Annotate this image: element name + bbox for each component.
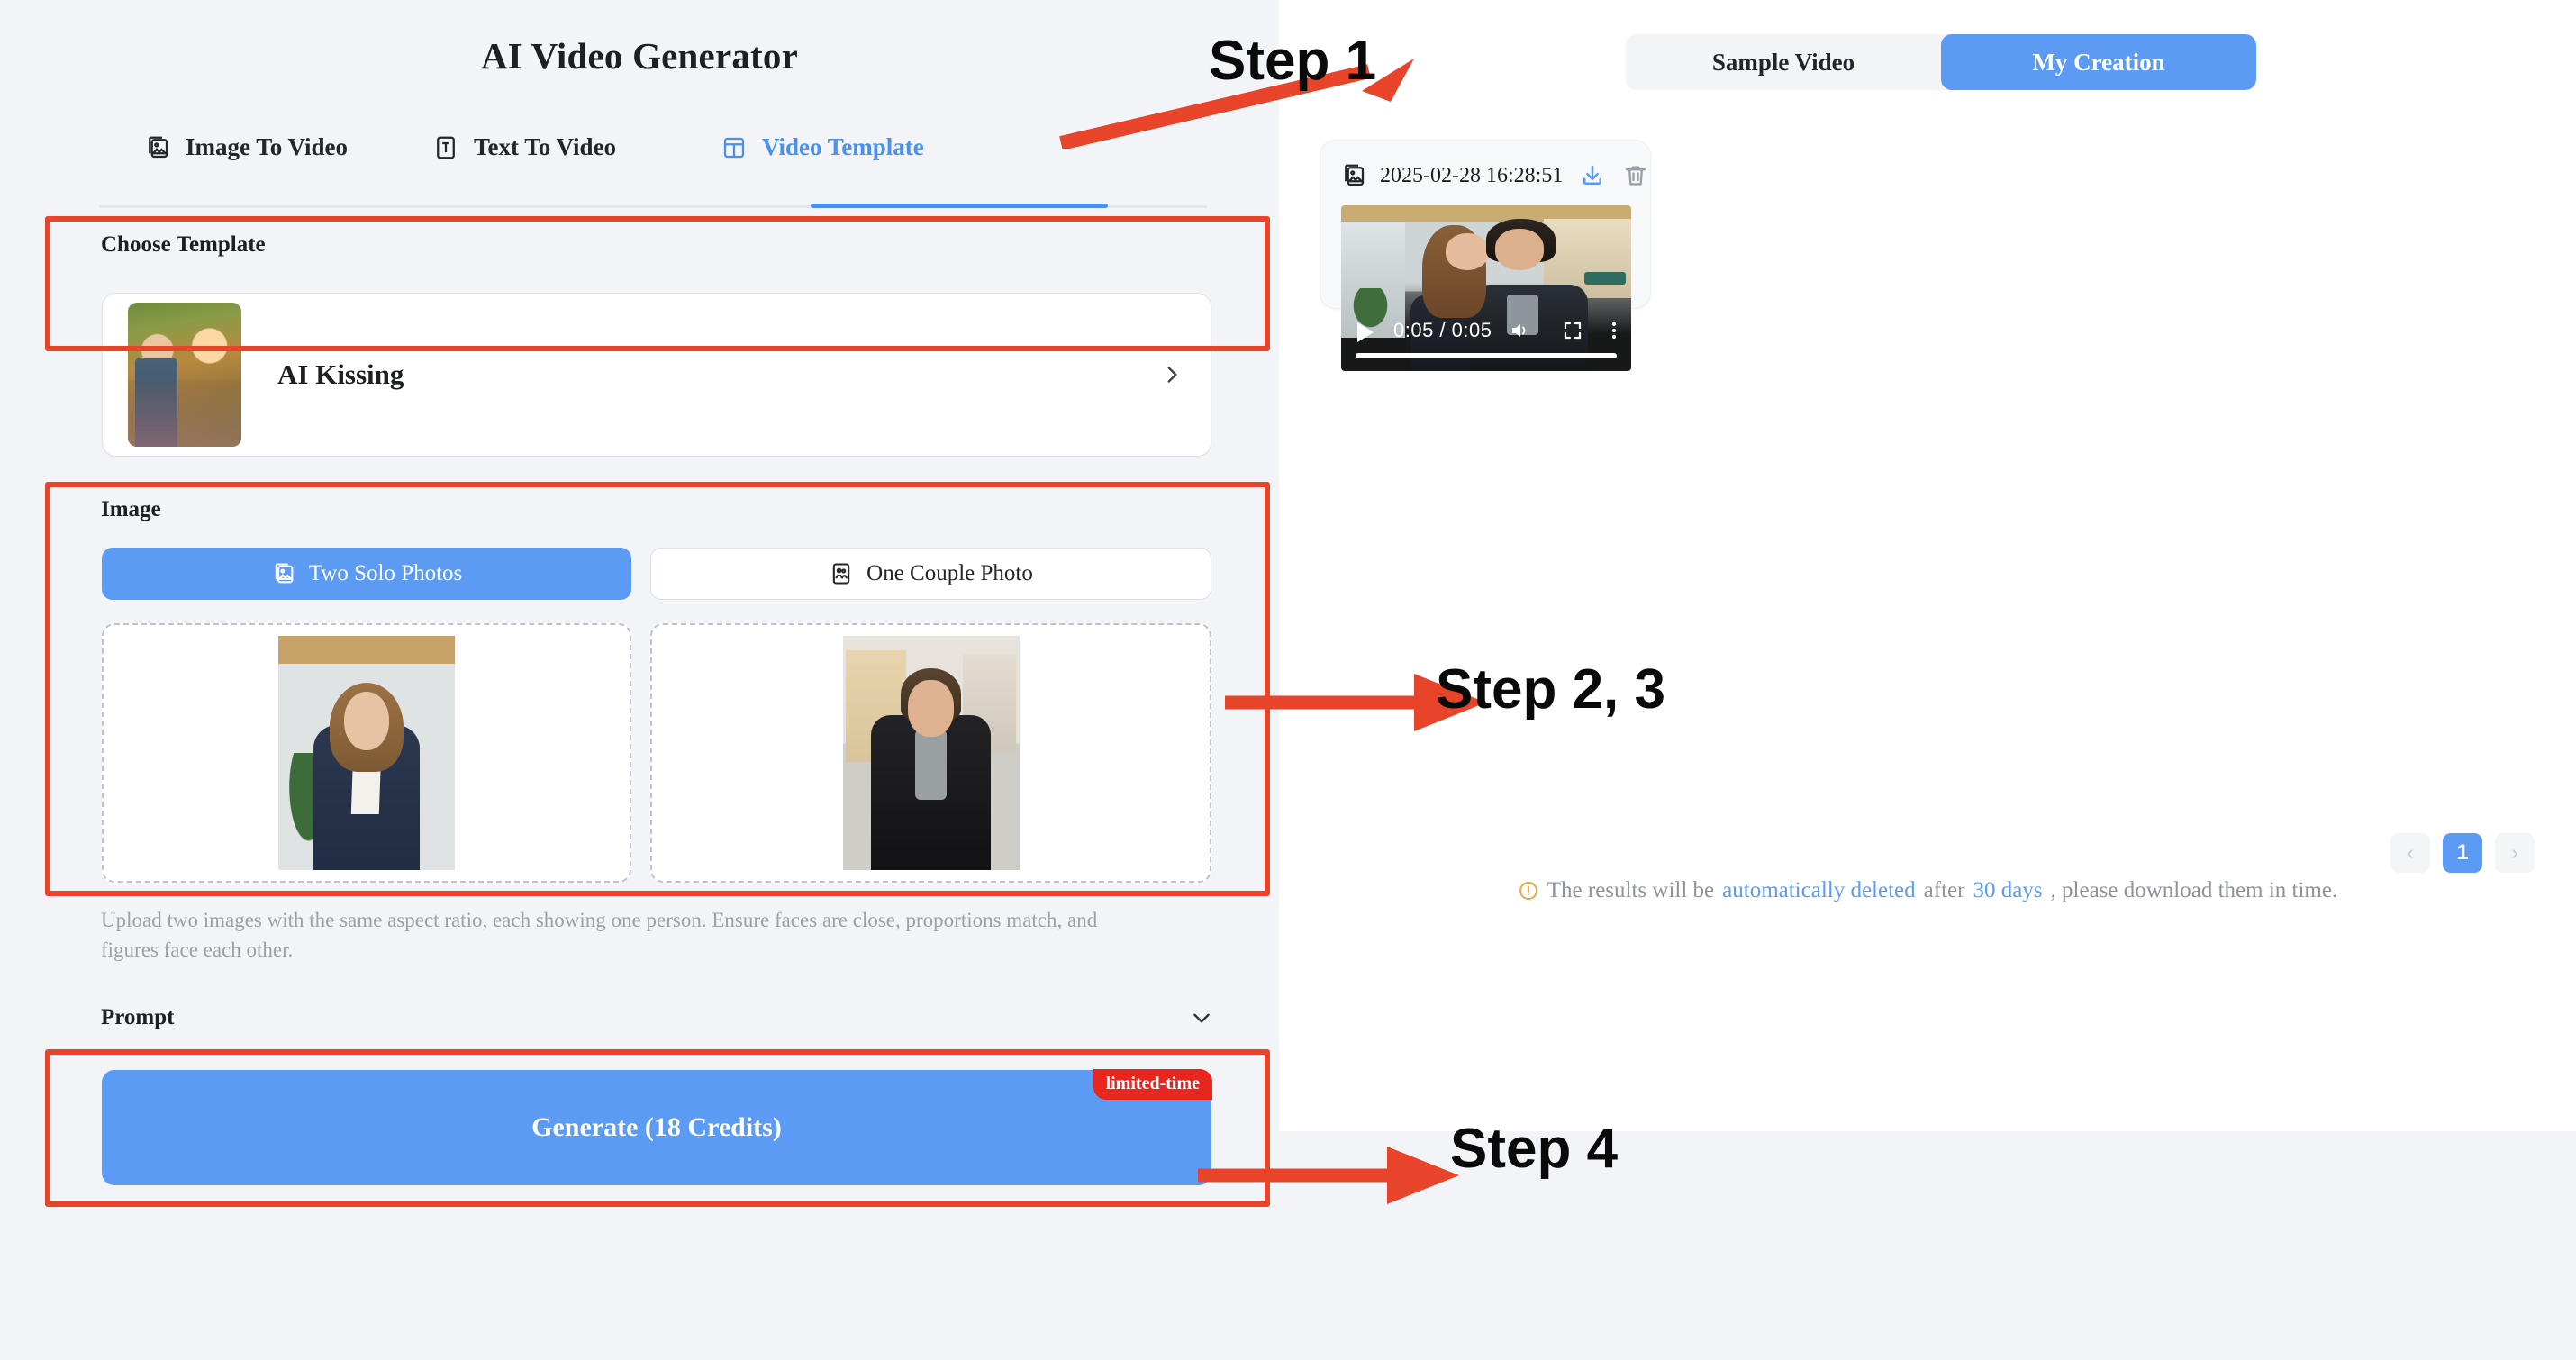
notice-part2: after	[1923, 878, 1965, 902]
active-tab-underline	[811, 204, 1108, 208]
uploaded-image-man	[842, 636, 1020, 870]
creation-card-header: 2025-02-28 16:28:51	[1340, 159, 1646, 193]
mode-label: One Couple Photo	[866, 561, 1033, 585]
creation-card: 2025-02-28 16:28:51 0:05 / 0:05	[1320, 140, 1651, 371]
mode-tabs: Image To Video Text To Video Video Templ…	[99, 133, 1207, 189]
tab-label: Video Template	[762, 133, 924, 160]
pagination: ‹ 1 ›	[2390, 833, 2535, 873]
chevron-right-icon[interactable]	[1160, 363, 1184, 386]
notice-part3: , please download them in time.	[2050, 878, 2338, 902]
image-to-video-icon	[149, 136, 168, 158]
trash-icon[interactable]	[1622, 162, 1649, 189]
video-template-icon	[723, 137, 745, 158]
tab-image-to-video[interactable]: Image To Video	[99, 133, 378, 161]
notice-link-days[interactable]: 30 days	[1973, 878, 2042, 903]
results-tabs: Sample Video My Creation	[1626, 34, 2256, 90]
generate-button-label: Generate (18 Credits)	[531, 1112, 782, 1142]
notice-link-deleted[interactable]: automatically deleted	[1722, 878, 1916, 903]
creation-video-player[interactable]: 0:05 / 0:05	[1341, 205, 1631, 371]
creation-timestamp: 2025-02-28 16:28:51	[1380, 163, 1564, 187]
annotation-step-1: Step 1	[1209, 30, 1377, 92]
fullscreen-icon[interactable]	[1562, 320, 1583, 341]
warning-circle-icon	[1519, 882, 1537, 900]
pagination-page-1[interactable]: 1	[2443, 833, 2482, 873]
retention-notice: The results will be automatically delete…	[1279, 878, 2576, 903]
limited-time-badge: limited-time	[1093, 1069, 1212, 1100]
download-icon[interactable]	[1579, 162, 1606, 189]
play-icon[interactable]	[1357, 322, 1374, 342]
pagination-next[interactable]: ›	[2495, 833, 2535, 873]
tab-label: Text To Video	[474, 133, 617, 160]
selected-template-card[interactable]: AI Kissing	[102, 293, 1211, 457]
video-time: 0:05 / 0:05	[1393, 319, 1492, 341]
mode-one-couple-photo[interactable]: One Couple Photo	[650, 548, 1211, 600]
generator-panel: AI Video Generator Image To Video Text T…	[0, 0, 1279, 1360]
upload-hint-text: Upload two images with the same aspect r…	[101, 909, 1098, 961]
tab-text-to-video[interactable]: Text To Video	[378, 133, 667, 161]
prompt-label: Prompt	[101, 1005, 175, 1029]
mode-label: Two Solo Photos	[308, 561, 463, 585]
pagination-prev[interactable]: ‹	[2390, 833, 2430, 873]
annotation-step-2-3: Step 2, 3	[1436, 658, 1665, 721]
tab-label: Sample Video	[1711, 48, 1855, 76]
video-progress-bar[interactable]	[1356, 353, 1617, 358]
volume-icon[interactable]	[1508, 320, 1531, 341]
annotation-arrow-step-4	[1198, 1147, 1459, 1204]
couple-photo-icon	[832, 563, 850, 585]
upload-slot-right[interactable]	[650, 623, 1211, 883]
image-section-label: Image	[101, 497, 161, 521]
tab-sample-video[interactable]: Sample Video	[1626, 34, 1941, 90]
image-video-icon	[1345, 164, 1365, 186]
two-photos-icon	[275, 563, 294, 584]
template-thumbnail	[128, 303, 241, 447]
uploaded-image-woman	[278, 636, 455, 870]
upload-slot-left[interactable]	[102, 623, 631, 883]
text-to-video-icon	[437, 136, 455, 159]
mode-two-solo-photos[interactable]: Two Solo Photos	[102, 548, 631, 600]
annotation-step-4: Step 4	[1450, 1118, 1619, 1180]
tab-label: My Creation	[2032, 48, 2165, 76]
video-controls: 0:05 / 0:05	[1341, 308, 1631, 371]
results-panel: Sample Video My Creation 2025-02-28 16:2…	[1279, 0, 2576, 1131]
template-name: AI Kissing	[277, 358, 404, 390]
chevron-down-icon[interactable]	[1190, 1006, 1213, 1029]
choose-template-label: Choose Template	[101, 232, 266, 257]
tab-video-template[interactable]: Video Template	[667, 133, 964, 161]
generate-button[interactable]: Generate (18 Credits) limited-time	[102, 1069, 1212, 1185]
prompt-accordion[interactable]: Prompt	[101, 998, 1213, 1038]
tab-label: Image To Video	[186, 133, 349, 160]
app-screenshot: AI Video Generator Image To Video Text T…	[0, 0, 2576, 1360]
tab-my-creation[interactable]: My Creation	[1941, 34, 2256, 90]
more-vertical-icon[interactable]	[1611, 320, 1617, 341]
notice-part1: The results will be	[1547, 878, 1715, 902]
